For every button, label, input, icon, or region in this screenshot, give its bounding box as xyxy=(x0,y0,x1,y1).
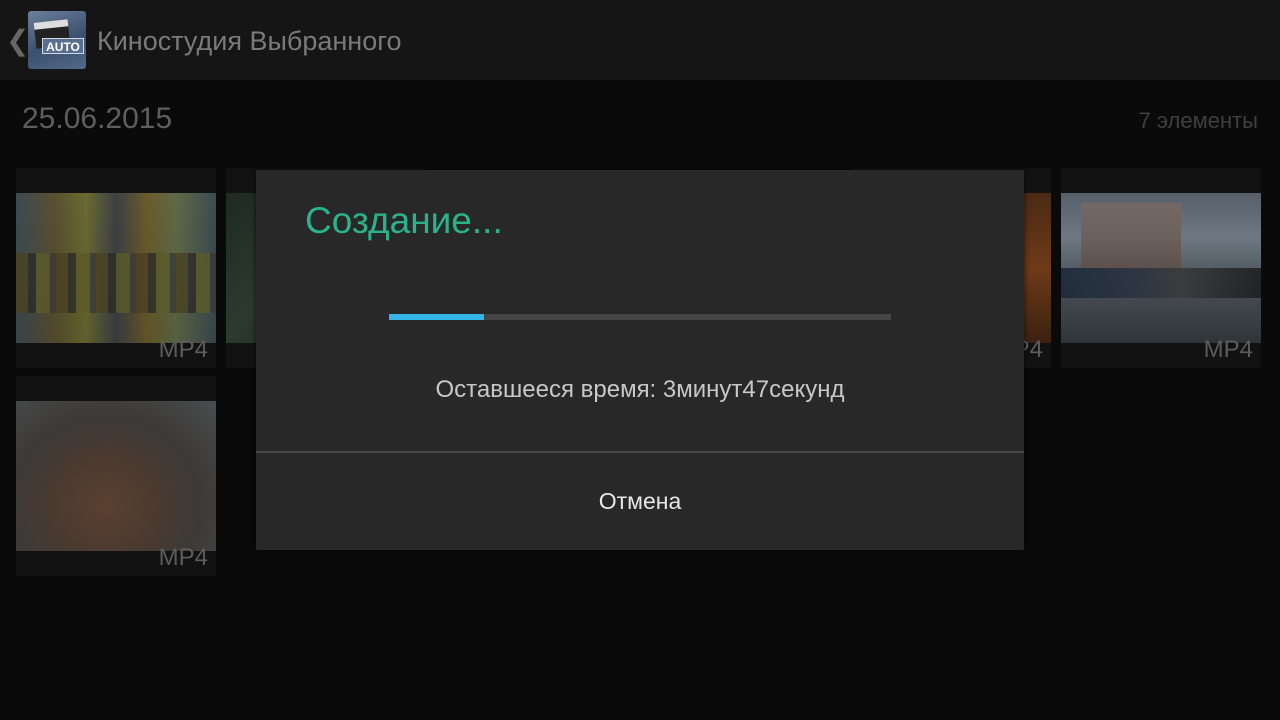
section-date: 25.06.2015 xyxy=(22,102,173,135)
format-label: MP4 xyxy=(158,544,208,571)
action-bar: ❮ AUTO Киностудия Выбранного xyxy=(0,0,1280,80)
remaining-time: Оставшееся время: 3минут47секунд xyxy=(435,376,845,403)
format-label: MP4 xyxy=(1203,336,1253,363)
app-icon[interactable]: AUTO xyxy=(28,11,86,69)
progress-bar xyxy=(389,314,891,320)
thumbnail-image xyxy=(16,193,216,343)
screen: ❮ AUTO Киностудия Выбранного 25.06.2015 … xyxy=(0,0,1280,720)
progress-dialog: Создание... Оставшееся время: 3минут47се… xyxy=(256,170,1024,550)
progress-fill xyxy=(389,314,485,320)
app-icon-auto-label: AUTO xyxy=(42,38,84,54)
chevron-left-icon[interactable]: ❮ xyxy=(6,24,29,58)
video-thumbnail[interactable]: MP4 xyxy=(16,376,216,576)
thumbnail-image xyxy=(16,401,216,551)
dialog-title: Создание... xyxy=(305,200,503,241)
cancel-button[interactable]: Отмена xyxy=(256,453,1024,550)
item-count: 7 элементы xyxy=(1138,108,1258,133)
video-thumbnail[interactable]: MP4 xyxy=(16,168,216,368)
format-label: MP4 xyxy=(158,336,208,363)
video-thumbnail[interactable]: MP4 xyxy=(1061,168,1261,368)
thumbnail-image xyxy=(1061,193,1261,343)
app-title: Киностудия Выбранного xyxy=(97,26,402,56)
